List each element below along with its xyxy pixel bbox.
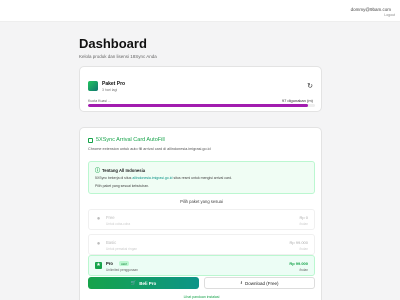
page-title: Dashboard bbox=[79, 36, 147, 51]
user-email[interactable]: dommy@9bam.com bbox=[351, 7, 391, 12]
page-subtitle: Kelola produk dan lisensi 18Sync Anda bbox=[79, 54, 157, 59]
info-line-1-prefix: 5XSync bekerja di situs bbox=[95, 176, 132, 180]
quota-label: Kuota Kuasi ... bbox=[88, 99, 111, 103]
extension-description: Chrome extension untuk auto fill arrival… bbox=[88, 147, 211, 151]
plan-expiry: 3 hari lagi bbox=[102, 88, 118, 92]
extension-title: 5XSync Arrival Card AutoFill bbox=[88, 137, 165, 143]
choose-plan-label: Pilih paket yang sesuai bbox=[180, 199, 223, 204]
extension-title-text: 5XSync Arrival Card AutoFill bbox=[96, 137, 165, 143]
quota-value: 97 digunakan (m) bbox=[281, 98, 313, 103]
refresh-icon[interactable]: ↻ bbox=[307, 82, 313, 90]
quota-progress-bar bbox=[88, 104, 315, 107]
plan-option-basic[interactable]: ● Basic Untuk pemakai ringan Rp 99.000 /… bbox=[88, 234, 315, 255]
option-desc: Untuk coba-coba bbox=[106, 222, 131, 226]
info-icon: ⓘ bbox=[95, 168, 101, 174]
plan-option-pro[interactable]: ★ Pro Aktif Unlimited penggunaan Rp 99.0… bbox=[88, 255, 315, 276]
option-price: Rp 0 bbox=[299, 215, 308, 220]
download-button[interactable]: ⭳ Download (Free) bbox=[204, 277, 315, 289]
option-price: Rp 99.000 bbox=[289, 261, 308, 266]
option-period: /bulan bbox=[299, 222, 308, 226]
quota-progress-fill bbox=[88, 104, 309, 107]
plan-card: Paket Pro 3 hari lagi ↻ Kuota Kuasi ... … bbox=[79, 66, 322, 112]
top-bar: dommy@9bam.com Logout bbox=[0, 0, 400, 22]
cart-icon: 🛒 bbox=[130, 280, 137, 285]
info-line-1: 5XSync bekerja di situs allindonesia.imi… bbox=[95, 176, 232, 180]
buy-pro-button[interactable]: 🛒 Beli Pro bbox=[88, 277, 199, 289]
download-icon: ⭳ bbox=[240, 280, 243, 285]
option-period: /bulan bbox=[299, 247, 308, 251]
buy-pro-label: Beli Pro bbox=[139, 280, 157, 286]
lock-icon: ● bbox=[96, 216, 101, 222]
option-price: Rp 99.000 bbox=[289, 240, 308, 245]
option-desc: Untuk pemakai ringan bbox=[106, 247, 138, 251]
star-icon: ★ bbox=[95, 262, 102, 269]
extension-icon bbox=[88, 137, 93, 143]
installation-guide-link[interactable]: Lihat panduan instalasi bbox=[80, 295, 323, 299]
logout-link[interactable]: Logout bbox=[384, 13, 395, 17]
allindonesia-link[interactable]: allindonesia.imigrasi.go.id bbox=[132, 176, 172, 180]
option-desc: Unlimited penggunaan bbox=[106, 268, 138, 272]
info-line-1-suffix: situs resmi untuk mengisi arrival card. bbox=[173, 176, 232, 180]
info-line-2: Pilih paket yang sesuai kebutuhan. bbox=[95, 184, 150, 188]
option-name: Pro bbox=[106, 261, 113, 266]
plan-name: Paket Pro bbox=[102, 81, 126, 87]
plan-option-free[interactable]: ● Free Untuk coba-coba Rp 0 /bulan bbox=[88, 209, 315, 230]
download-label: Download (Free) bbox=[245, 280, 279, 286]
plan-icon bbox=[88, 81, 98, 91]
info-box: ⓘ Tentang All Indonesia 5XSync bekerja d… bbox=[88, 161, 315, 194]
extension-card: 5XSync Arrival Card AutoFill Chrome exte… bbox=[79, 127, 322, 300]
info-title: ⓘ Tentang All Indonesia bbox=[95, 167, 145, 174]
lock-icon: ● bbox=[96, 241, 101, 247]
option-name: Free bbox=[106, 215, 115, 220]
option-period: /bulan bbox=[299, 268, 308, 272]
active-badge: Aktif bbox=[119, 261, 129, 266]
option-name: Basic bbox=[106, 240, 117, 245]
info-title-text: Tentang All Indonesia bbox=[102, 168, 146, 173]
